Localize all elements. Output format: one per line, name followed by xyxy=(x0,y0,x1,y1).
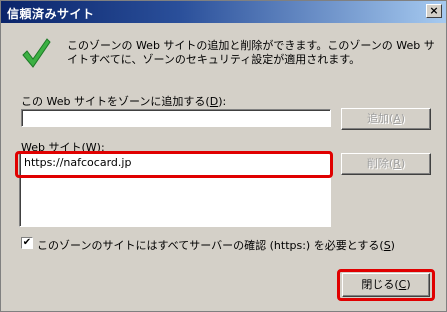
title-bar[interactable]: 信頼済みサイト × xyxy=(1,1,446,23)
close-highlight xyxy=(337,269,435,301)
trusted-sites-dialog: 信頼済みサイト × このゾーンの Web サイトの追加と削除ができます。このゾー… xyxy=(0,0,447,312)
site-highlight xyxy=(15,151,333,178)
add-site-label: この Web サイトをゾーンに追加する(D): xyxy=(21,95,227,108)
add-site-input[interactable] xyxy=(21,109,331,127)
add-button[interactable]: 追加(A) xyxy=(341,108,431,130)
close-window-button[interactable]: × xyxy=(426,4,442,18)
require-https-label[interactable]: このゾーンのサイトにはすべてサーバーの確認 (https:) を必要とする(S) xyxy=(37,237,395,253)
zone-description: このゾーンの Web サイトの追加と削除ができます。このゾーンの Web サイト… xyxy=(67,39,435,66)
checkmark-icon xyxy=(22,38,51,68)
require-https-checkbox[interactable]: ✔ xyxy=(21,237,33,249)
remove-button[interactable]: 削除(R) xyxy=(341,153,431,175)
window-title: 信頼済みサイト xyxy=(7,7,95,21)
